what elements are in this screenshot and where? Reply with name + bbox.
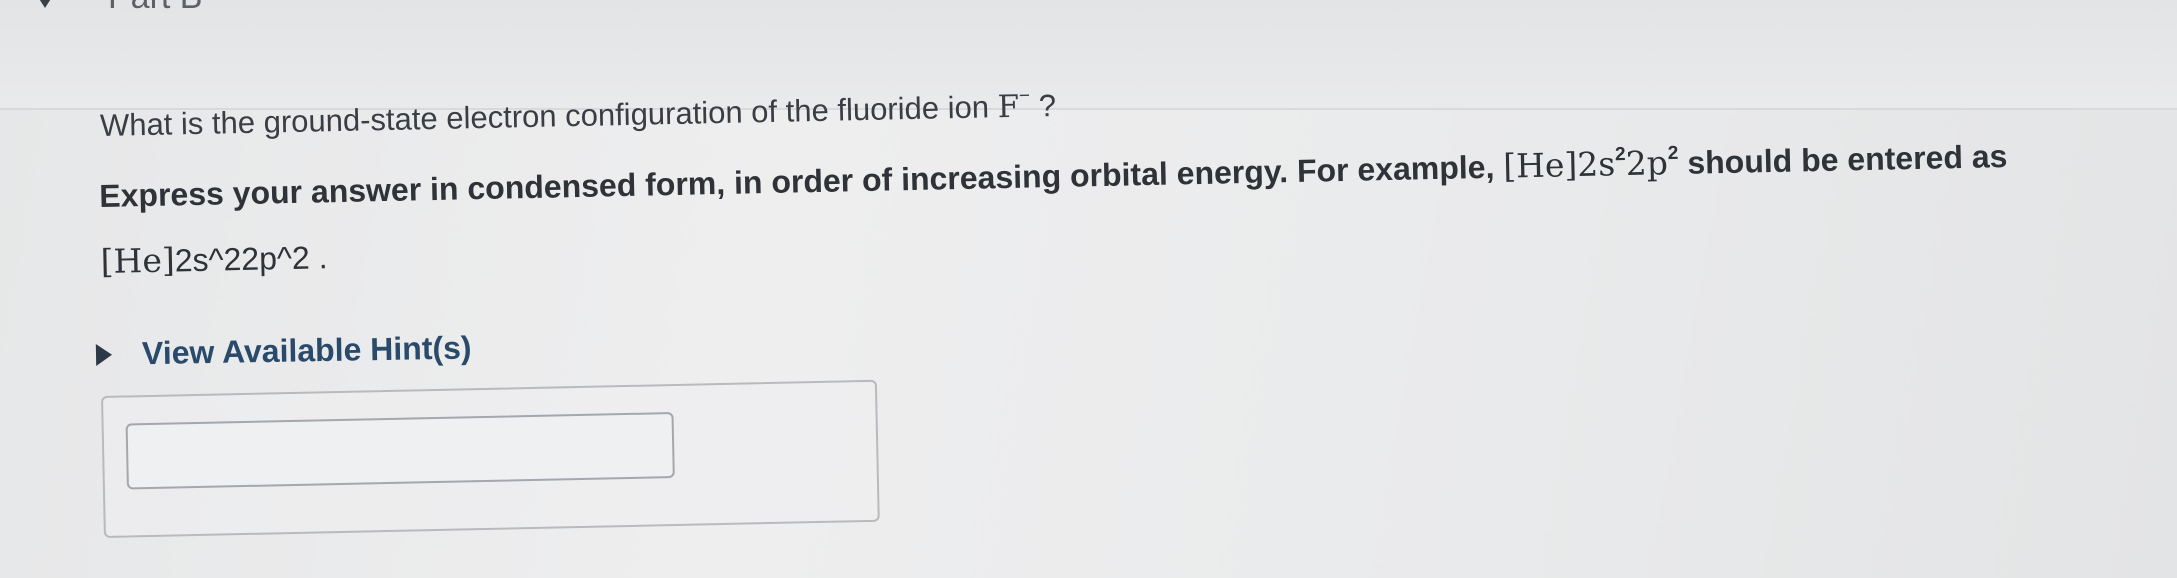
question-end: ? [1029,87,1057,124]
entered-rest: 2s^22p^2 [174,239,311,279]
view-hints-label[interactable]: View Available Hint(s) [142,329,472,372]
part-label[interactable]: Part B [108,0,202,17]
example-core: [He] [1502,145,1578,186]
instruction-text-middle: should be entered as [1678,138,2008,181]
answer-input[interactable] [125,412,675,490]
example-2p: 2p [1625,143,1669,184]
example-2s-exponent: 2 [1614,144,1626,166]
ion-symbol: F [997,88,1020,126]
entered-core: [He] [100,240,176,281]
answer-instructions: Express your answer in condensed form, i… [99,124,2121,292]
example-2s: 2s [1576,144,1616,185]
triangle-down-icon[interactable] [34,0,56,12]
ion-charge: − [1018,85,1031,107]
answer-container [101,379,880,538]
triangle-right-icon [95,343,113,366]
example-2p-exponent: 2 [1667,142,1679,165]
part-header: Part B [0,0,2177,110]
instruction-text-before: Express your answer in condensed form, i… [98,148,1504,215]
instruction-text-end: . [309,239,328,276]
view-hints-toggle[interactable]: View Available Hint(s) [95,329,472,373]
